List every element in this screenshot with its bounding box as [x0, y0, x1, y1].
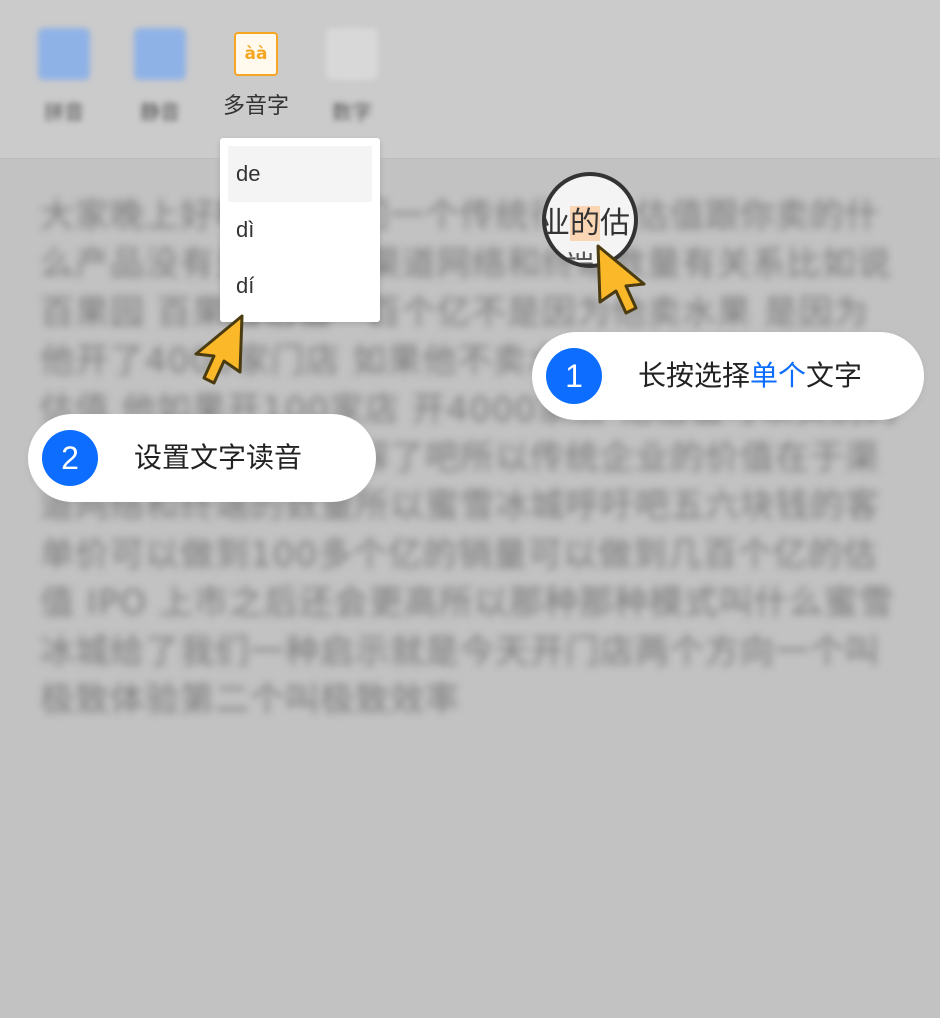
polyphone-icon: àà: [234, 32, 278, 76]
pronunciation-option-de[interactable]: de: [228, 146, 372, 202]
mute-icon: [134, 28, 186, 80]
selected-char: 的: [570, 206, 600, 241]
toolbar-item-polyphone[interactable]: àà 多音字: [216, 28, 296, 120]
callout-text-part: 长按选择: [638, 359, 751, 392]
toolbar-item-label: 拼音: [44, 100, 84, 124]
toolbar-item-label: 多音字: [222, 94, 289, 119]
callout-text: 长按选择单个文字: [638, 332, 862, 420]
background-app: 拼音 静音 àà 多音字 数字 大家晚上好啊现在我们一个传统行业的估值跟你卖的什…: [0, 0, 940, 1018]
callout-text-part: 文字: [806, 359, 863, 392]
callout-text: 设置文字读音: [134, 441, 303, 474]
toolbar-item-label: 静音: [140, 100, 180, 124]
toolbar: 拼音 静音 àà 多音字 数字: [0, 0, 940, 159]
toolbar-item-pinyin[interactable]: 拼音: [24, 28, 104, 125]
magnifier-char: 估: [600, 206, 630, 241]
callout-text-accent: 单个: [750, 359, 807, 392]
number-icon: [326, 28, 378, 80]
pinyin-icon: [38, 28, 90, 80]
pointer-hand-icon: [194, 314, 244, 385]
callout-step-1: 1 长按选择单个文字: [532, 332, 924, 420]
pointer-hand-icon: [596, 244, 646, 315]
pronunciation-popup: de dì dí: [220, 138, 380, 322]
pronunciation-option-di4[interactable]: dì: [228, 202, 372, 258]
step-number-badge: 2: [42, 430, 98, 486]
callout-step-2: 2 设置文字读音: [28, 414, 376, 502]
magnifier-text: 业的估: [542, 198, 634, 242]
toolbar-item-label: 数字: [332, 100, 372, 124]
toolbar-item-mute[interactable]: 静音: [120, 28, 200, 125]
pronunciation-option-di2[interactable]: dí: [228, 258, 372, 314]
magnifier-char: 业: [542, 206, 570, 241]
step-number-badge: 1: [546, 348, 602, 404]
toolbar-item-number[interactable]: 数字: [312, 28, 392, 125]
